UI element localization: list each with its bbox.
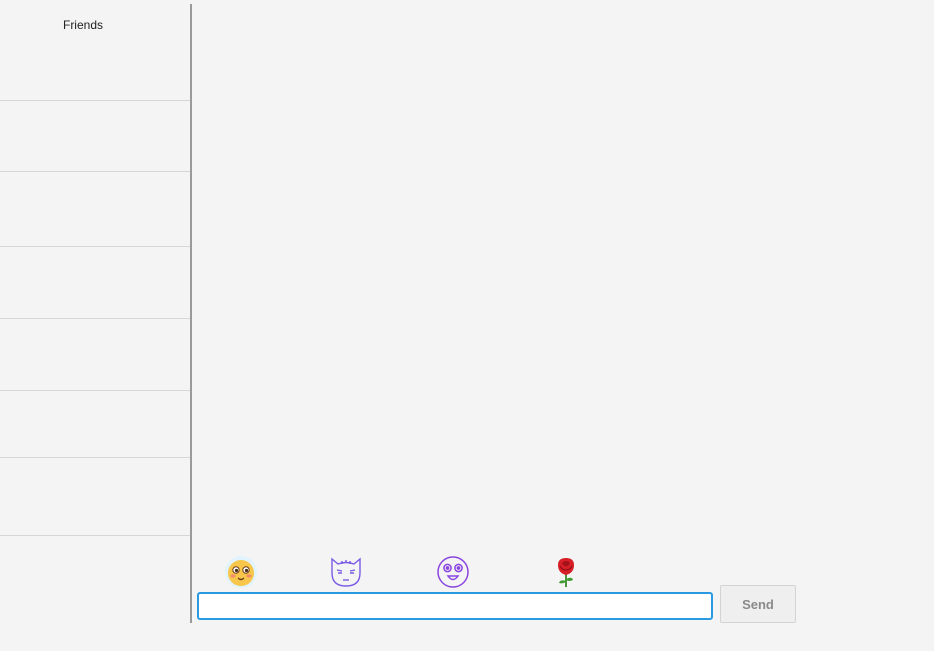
friend-list-item[interactable] [0, 101, 190, 172]
friend-list-item[interactable] [0, 391, 190, 458]
friend-list-item[interactable] [0, 247, 190, 319]
blushing-face-icon[interactable] [224, 555, 258, 589]
friends-sidebar: Friends [0, 4, 190, 623]
friend-list-item[interactable] [0, 172, 190, 247]
devil-cat-face-icon[interactable] [329, 555, 363, 589]
friend-list-item[interactable] [0, 458, 190, 536]
friend-list-item[interactable] [0, 4, 190, 101]
friend-list-item[interactable] [0, 319, 190, 391]
send-button[interactable]: Send [720, 585, 796, 623]
chat-messages-area [193, 0, 934, 651]
message-input[interactable] [197, 592, 713, 620]
sidebar-divider[interactable] [190, 4, 192, 623]
shocked-face-icon[interactable] [436, 555, 470, 589]
rose-icon[interactable] [549, 555, 583, 589]
